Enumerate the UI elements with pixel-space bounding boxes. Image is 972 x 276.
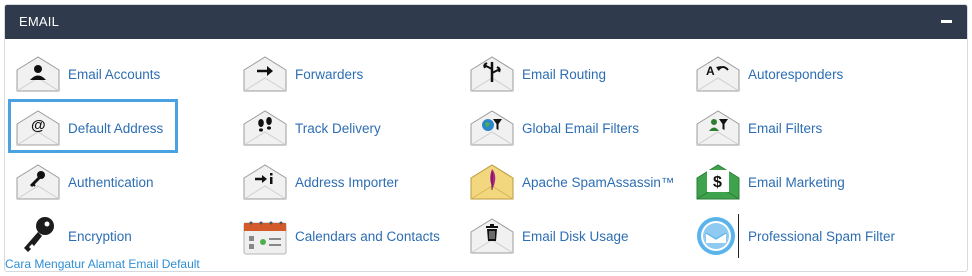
key-icon <box>14 214 62 258</box>
feather-envelope-icon <box>468 160 516 204</box>
authentication-link[interactable]: Authentication <box>14 158 154 206</box>
item-label: Global Email Filters <box>522 120 640 136</box>
global-email-filters-link[interactable]: Global Email Filters <box>468 104 639 152</box>
trash-envelope-icon <box>468 214 516 258</box>
key-envelope-icon <box>14 160 62 204</box>
globe-filter-envelope-icon <box>468 106 516 150</box>
email-disk-usage-link[interactable]: Email Disk Usage <box>468 212 629 260</box>
email-filters-link[interactable]: Email Filters <box>694 104 822 152</box>
item-label: Track Delivery <box>295 120 381 136</box>
panel-header[interactable]: EMAIL <box>5 5 967 39</box>
item-label: Apache SpamAssassin™ <box>522 174 675 190</box>
item-label: Email Filters <box>748 120 823 136</box>
item-label: Address Importer <box>295 174 399 190</box>
apache-spamassassin-link[interactable]: Apache SpamAssassin™ <box>468 158 674 206</box>
autoreply-envelope-icon: A <box>694 52 742 96</box>
item-label: Autoresponders <box>748 66 844 82</box>
svg-text:$: $ <box>713 174 722 191</box>
forwarders-link[interactable]: Forwarders <box>241 50 363 98</box>
calendar-icon <box>241 214 289 258</box>
item-label: Calendars and Contacts <box>295 228 440 244</box>
item-label: Email Accounts <box>68 66 161 82</box>
dollar-envelope-icon: $ <box>694 160 742 204</box>
svg-text:A: A <box>706 64 715 78</box>
item-label: Professional Spam Filter <box>748 228 896 244</box>
image-caption: Cara Mengatur Alamat Email Default <box>5 257 200 271</box>
email-routing-link[interactable]: Email Routing <box>468 50 606 98</box>
section-title: EMAIL <box>19 14 60 29</box>
person-envelope-icon <box>14 52 62 96</box>
item-label: Email Marketing <box>748 174 845 190</box>
item-label: Encryption <box>68 228 132 244</box>
professional-spam-filter-link[interactable]: Professional Spam Filter <box>694 212 895 260</box>
badge-envelope-icon <box>694 214 742 258</box>
arrow-envelope-icon <box>241 52 289 96</box>
email-marketing-link[interactable]: $ Email Marketing <box>694 158 845 206</box>
item-label: Forwarders <box>295 66 364 82</box>
item-label: Email Disk Usage <box>522 228 629 244</box>
track-delivery-link[interactable]: Track Delivery <box>241 104 381 152</box>
calendars-and-contacts-link[interactable]: Calendars and Contacts <box>241 212 440 260</box>
default-address-highlight <box>8 99 178 153</box>
autoresponders-link[interactable]: A Autoresponders <box>694 50 843 98</box>
person-filter-envelope-icon <box>694 106 742 150</box>
footprints-envelope-icon <box>241 106 289 150</box>
item-label: Authentication <box>68 174 154 190</box>
item-label: Email Routing <box>522 66 607 82</box>
collapse-icon[interactable] <box>941 20 952 23</box>
import-envelope-icon <box>241 160 289 204</box>
signpost-envelope-icon <box>468 52 516 96</box>
address-importer-link[interactable]: Address Importer <box>241 158 399 206</box>
email-accounts-link[interactable]: Email Accounts <box>14 50 160 98</box>
encryption-link[interactable]: Encryption <box>14 212 132 260</box>
